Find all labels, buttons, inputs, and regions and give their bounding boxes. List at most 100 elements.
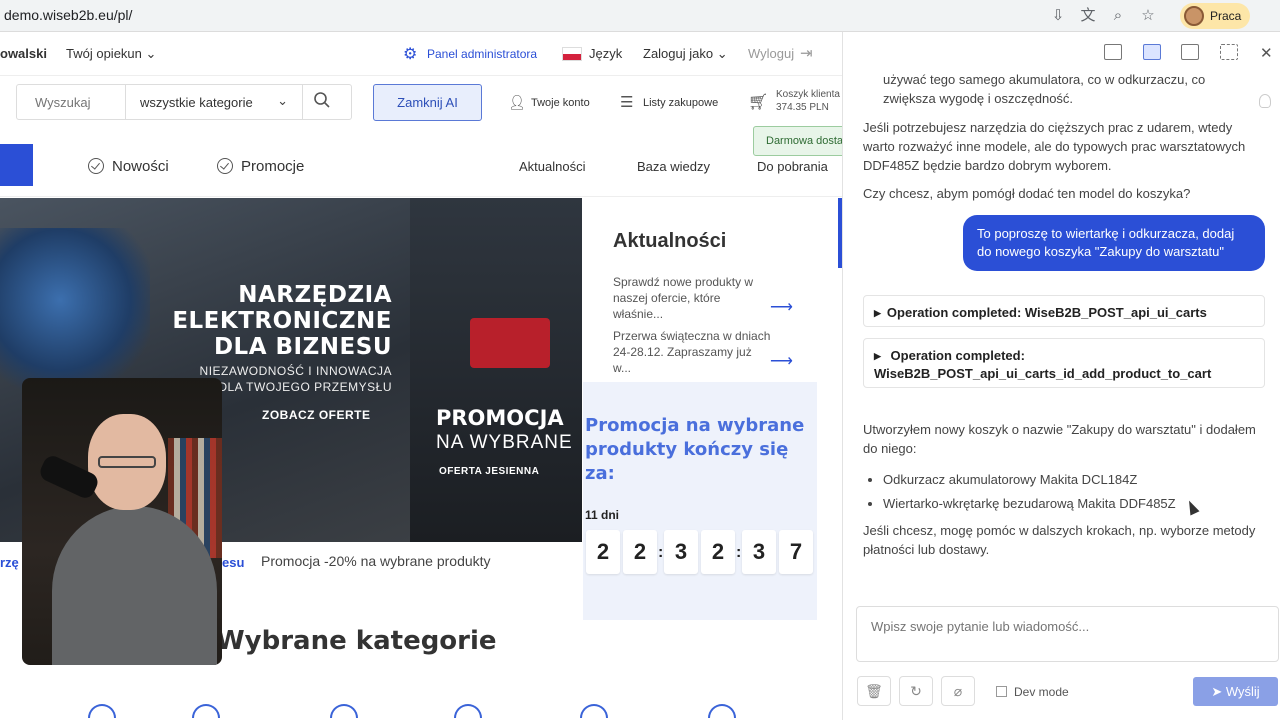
profile-button[interactable]: Praca [1180, 3, 1250, 29]
dev-mode-checkbox[interactable] [996, 686, 1007, 697]
cart-icon[interactable]: 🛒︎ [748, 92, 768, 112]
user-name-fragment: owalski [0, 46, 47, 61]
send-button[interactable]: ➤ Wyślij [1193, 677, 1278, 706]
free-shipping-badge: Darmowa dostawa [753, 126, 848, 156]
login-as-dropdown[interactable]: Zaloguj jako ⌄ [643, 46, 728, 62]
category-select-value: wszystkie kategorie [140, 95, 253, 110]
countdown-days: 11 dni [585, 508, 620, 522]
operation-endpoint: WiseB2B_POST_api_ui_carts_id_add_product… [874, 366, 1212, 381]
nav-promotions[interactable]: Promocje [217, 158, 304, 175]
polish-flag-icon [562, 47, 582, 61]
close-ai-button[interactable]: Zamknij AI [373, 84, 482, 121]
fullscreen-icon[interactable] [1220, 44, 1238, 60]
assistant-message: Jeśli potrzebujesz narzędzia do cięższyc… [863, 120, 1246, 173]
refresh-icon[interactable]: ↻ [899, 676, 933, 706]
promo-banner-small: OFERTA JESIENNA [439, 466, 540, 477]
guardian-label: Twój opiekun [66, 46, 142, 61]
chevron-down-icon: ⌄ [145, 46, 157, 61]
nav-new-label: Nowości [112, 158, 169, 175]
close-icon[interactable]: ✕ [1260, 44, 1273, 62]
countdown-digit: 2 [701, 530, 735, 574]
account-link[interactable]: Twoje konto [531, 97, 590, 109]
countdown-digit: 2 [586, 530, 620, 574]
news-item[interactable]: Przerwa świąteczna w dniach 24-28.12. Za… [613, 328, 773, 376]
attachment-icon[interactable]: ⌀ [941, 676, 975, 706]
cart-label: Koszyk klienta [776, 89, 840, 100]
hero-cta[interactable]: ZOBACZ OFERTE [262, 408, 371, 422]
caption-brand-right: esu [222, 555, 245, 570]
operation-label: Operation completed: WiseB2B_POST_api_ui… [886, 305, 1207, 320]
glasses [98, 456, 156, 468]
assistant-message: Utworzyłem nowy koszyk o nazwie "Zakupy … [863, 422, 1256, 456]
guardian-dropdown[interactable]: Twój opiekun ⌄ [66, 46, 156, 62]
login-as-label: Zaloguj jako [643, 46, 714, 61]
window-icon[interactable] [1104, 44, 1122, 60]
operation-collapsible[interactable]: Operation completed: WiseB2B_POST_api_ui… [863, 295, 1265, 327]
trash-icon[interactable]: 🗑︎ [857, 676, 891, 706]
cart-summary[interactable]: Koszyk klienta 374.35 PLN [776, 88, 840, 114]
promo-countdown-title: Promocja na wybrane produkty kończy się … [585, 415, 805, 484]
logout-link[interactable]: Wyloguj [748, 46, 794, 61]
laser-tool-image [470, 318, 550, 368]
webcam-overlay [22, 378, 222, 665]
zoom-icon[interactable]: ⌕ [1108, 6, 1128, 26]
nav-knowledge-base[interactable]: Baza wiedzy [637, 159, 710, 174]
nav-news[interactable]: Aktualności [519, 159, 585, 174]
translate-icon[interactable]: 文 [1078, 6, 1098, 26]
caption-brand-left: rzę [0, 555, 19, 570]
bookmark-star-icon[interactable]: ☆ [1138, 6, 1158, 26]
address-bar[interactable]: demo.wiseb2b.eu/pl/ [4, 7, 132, 23]
admin-panel-link[interactable]: Panel administratora [427, 47, 537, 61]
countdown-separator: : [658, 544, 664, 561]
cart-amount: 374.35 PLN [776, 102, 829, 113]
send-label: Wyślij [1225, 684, 1260, 699]
operation-label: Operation completed: [890, 348, 1025, 363]
user-icon: 👤︎ [508, 94, 526, 110]
install-app-icon[interactable]: ⇩ [1048, 6, 1068, 26]
chat-input[interactable] [856, 606, 1279, 662]
shopping-lists-link[interactable]: Listy zakupowe [643, 97, 718, 109]
language-selector[interactable]: Język [589, 46, 622, 61]
arrow-right-icon[interactable]: ⟶ [770, 297, 793, 317]
send-icon: ➤ [1211, 684, 1223, 699]
nav-new[interactable]: Nowości [88, 158, 169, 175]
search-icon [314, 92, 330, 108]
arrow-right-icon[interactable]: ⟶ [770, 351, 793, 371]
hero-caption[interactable]: Promocja -20% na wybrane produkty [261, 553, 491, 569]
list-item: Odkurzacz akumulatorowy Makita DCL184Z [883, 468, 1176, 492]
countdown-digit: 7 [779, 530, 813, 574]
nav-downloads[interactable]: Do pobrania [757, 159, 828, 174]
list-item: Wiertarko-wkrętarkę bezudarową Makita DD… [883, 492, 1176, 516]
hero-title: NARZĘDZIA ELEKTRONICZNE DLA BIZNESU [172, 282, 392, 360]
lightbulb-icon[interactable] [1259, 94, 1271, 108]
search-button[interactable] [313, 91, 343, 115]
category-select[interactable]: wszystkie kategorie ⌄ [125, 85, 303, 119]
assistant-message: używać tego samego akumulatora, co w odk… [883, 72, 1206, 106]
logout-icon: ⇥ [800, 45, 813, 62]
person-body [52, 506, 217, 665]
search-input[interactable] [35, 95, 125, 110]
check-circle-icon [88, 158, 104, 174]
news-item[interactable]: Sprawdź nowe produkty w naszej ofercie, … [613, 274, 773, 322]
nav-promotions-label: Promocje [241, 158, 305, 175]
chevron-down-icon: ⌄ [277, 93, 288, 108]
news-title: Aktualności [613, 230, 727, 252]
search-bar: wszystkie kategorie ⌄ [16, 84, 352, 120]
promo-banner-subtitle: NA WYBRANE [436, 432, 573, 453]
countdown-digit: 3 [742, 530, 776, 574]
check-circle-icon [217, 158, 233, 174]
countdown-separator: : [736, 544, 742, 561]
split-view-icon[interactable] [1181, 44, 1199, 60]
categories-heading: Wybrane kategorie [216, 626, 497, 656]
profile-label: Praca [1210, 9, 1242, 23]
operation-collapsible[interactable]: Operation completed: WiseB2B_POST_api_ui… [863, 338, 1265, 388]
gear-icon: ⚙ [403, 46, 418, 63]
categories-menu-button[interactable] [0, 144, 33, 186]
assistant-message: Jeśli chcesz, mogę pomóc w dalszych krok… [863, 523, 1256, 557]
chevron-down-icon: ⌄ [716, 46, 728, 61]
list-icon: ☰ [620, 94, 634, 111]
user-message: To poproszę to wiertarkę i odkurzacza, d… [963, 215, 1265, 271]
sidebar-right-icon[interactable] [1143, 44, 1161, 60]
countdown-digit: 3 [664, 530, 698, 574]
countdown-digit: 2 [623, 530, 657, 574]
